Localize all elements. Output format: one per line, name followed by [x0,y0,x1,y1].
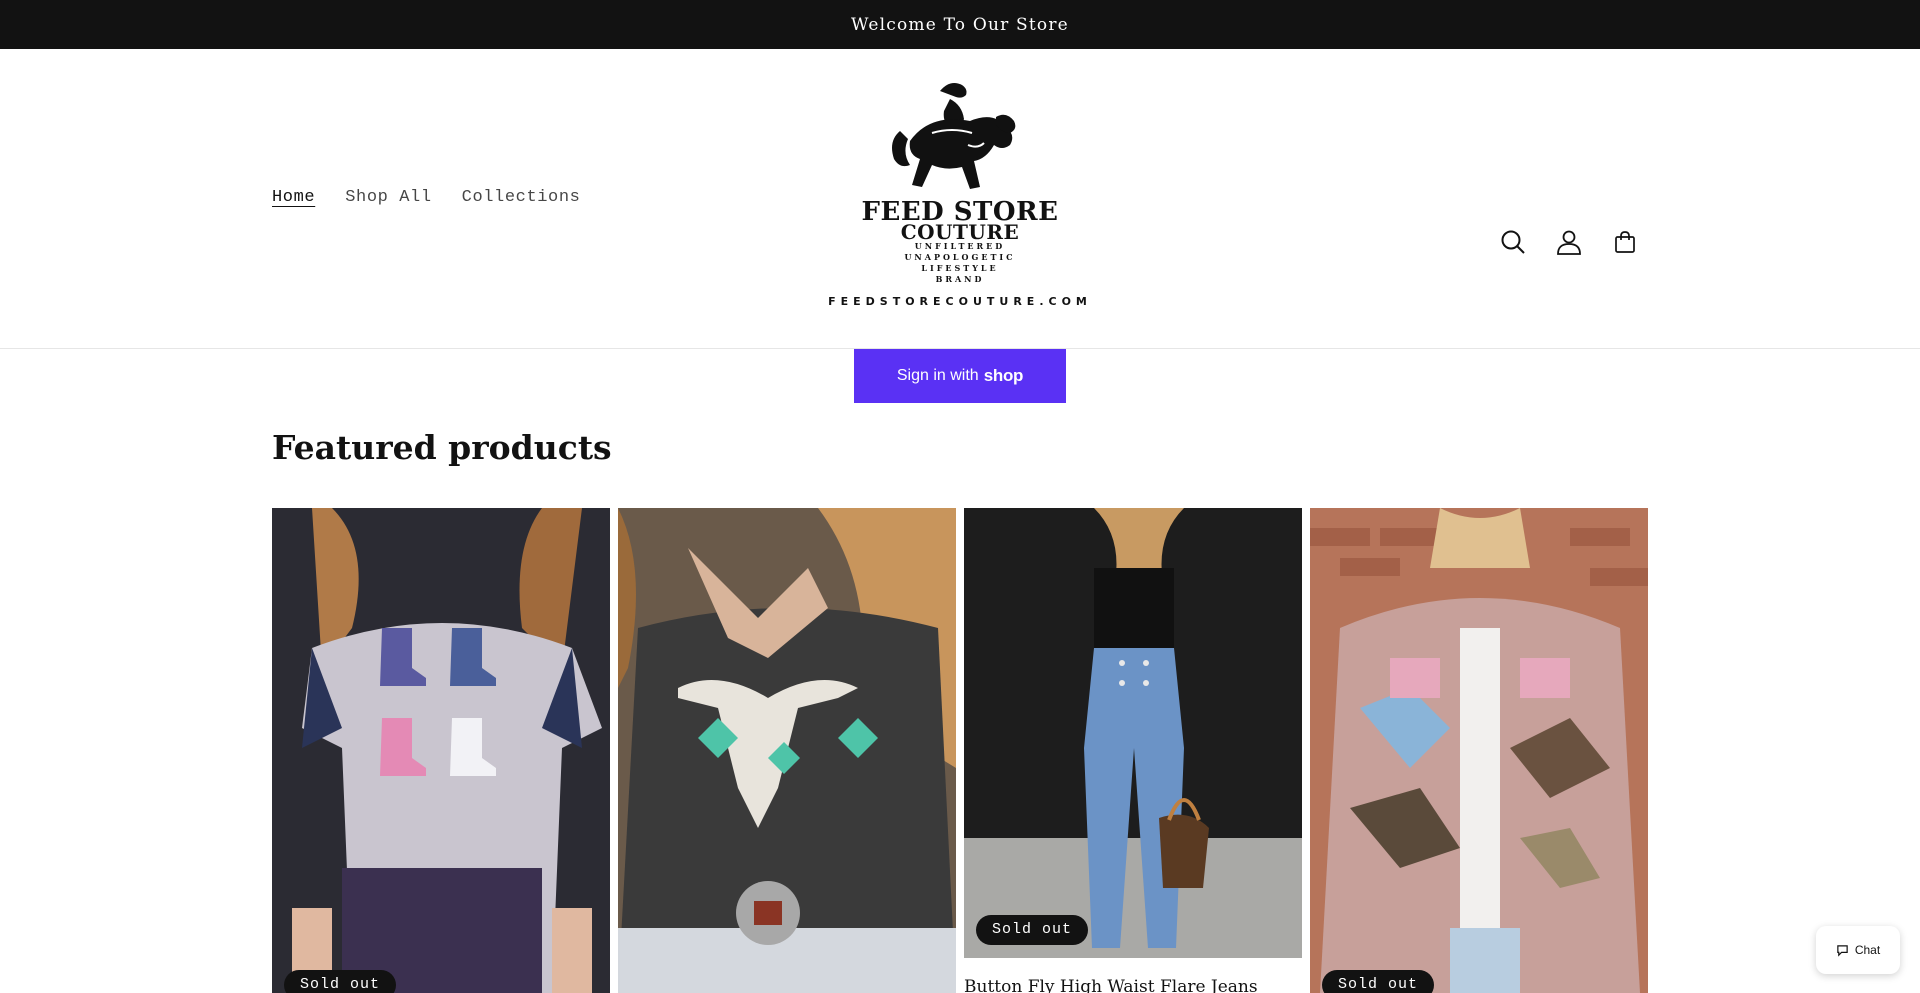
shop-signin-prefix: Sign in with [896,367,979,384]
logo-domain: FEEDSTORECOUTURE.COM [828,295,1092,308]
account-icon[interactable] [1554,227,1584,257]
sold-out-badge: Sold out [976,915,1089,945]
chat-label: Chat [1854,943,1881,957]
nav-home[interactable]: Home [272,188,315,207]
announcement-bar: Welcome To Our Store [0,0,1920,49]
announcement-text: Welcome To Our Store [851,14,1069,35]
chat-bubble-icon [1837,944,1848,957]
logo-tagline-1: UNFILTERED [914,241,1006,251]
product-image [618,508,956,993]
store-logo[interactable]: FEED STORE COUTURE UNFILTERED UNAPOLOGET… [826,71,1094,323]
cowboy-horse-logo-icon [892,83,1016,189]
product-card[interactable]: Sold out [1310,508,1648,993]
search-icon[interactable] [1498,227,1528,257]
logo-line-2: COUTURE [900,220,1020,244]
header-icons [1498,227,1640,257]
main-nav: Home Shop All Collections [272,188,580,207]
nav-shop-all[interactable]: Shop All [345,188,431,207]
product-card[interactable]: Sold out [272,508,610,993]
sold-out-badge: Sold out [284,970,397,993]
product-title[interactable]: Button Fly High Waist Flare Jeans [964,977,1258,993]
logo-tagline-2: UNAPOLOGETIC [904,252,1016,262]
sold-out-badge: Sold out [1322,970,1435,993]
product-image [272,508,610,993]
featured-products-heading: Featured products [272,428,612,467]
product-card[interactable] [618,508,956,993]
logo-tagline-3: LIFESTYLE [921,263,999,273]
logo-tagline-4: BRAND [935,274,985,284]
sign-in-with-shop-button[interactable]: Sign in with shop [854,349,1066,403]
product-image [964,508,1302,958]
shop-brand-word: shop [983,366,1024,385]
product-card[interactable]: Sold out Button Fly High Waist Flare Jea… [964,508,1302,993]
nav-collections[interactable]: Collections [462,188,581,207]
product-image [1310,508,1648,993]
cart-icon[interactable] [1610,227,1640,257]
site-header: Home Shop All Collections FEED STORE COU… [0,49,1920,349]
chat-button[interactable]: Chat [1816,926,1900,974]
